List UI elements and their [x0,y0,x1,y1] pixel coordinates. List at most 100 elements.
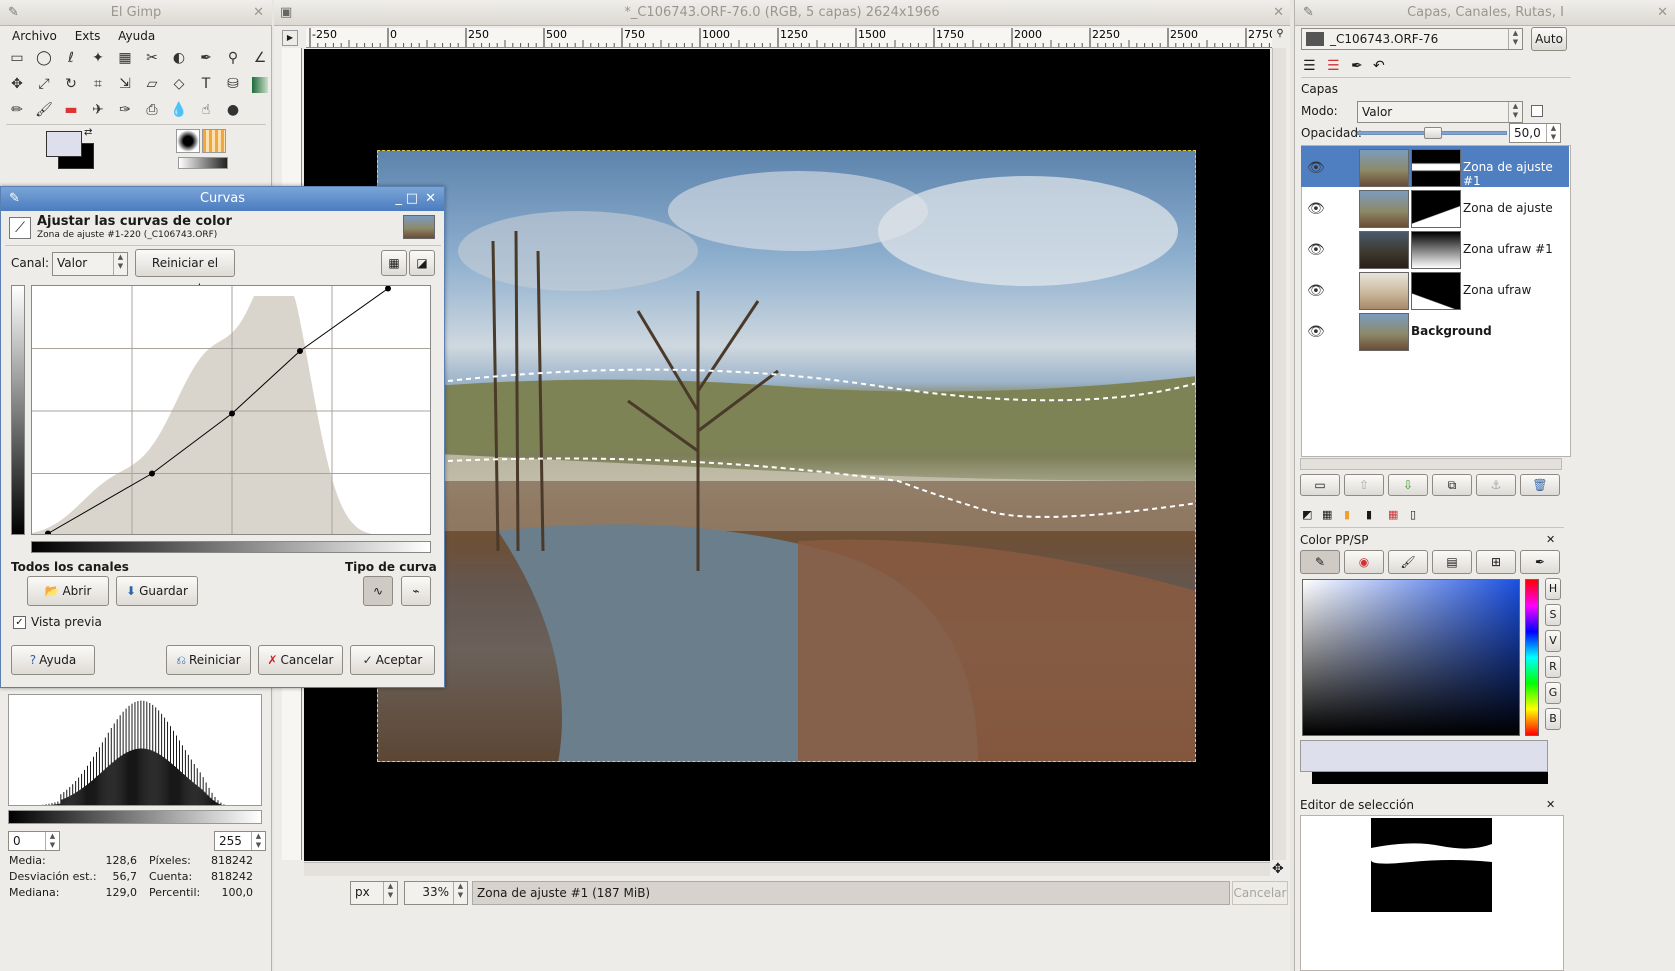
dropdown-arrow-icon[interactable]: ▲ ▼ [1508,102,1522,122]
menu-archivo[interactable]: Archivo [12,29,57,43]
dropdown-arrow-icon[interactable]: ▲ ▼ [1508,29,1522,49]
channel-button-s[interactable]: S [1545,604,1561,626]
curves-titlebar[interactable]: ✎ Curvas ✕ □ _ [1,187,444,211]
spinner-icon[interactable]: ▲ ▼ [45,832,59,850]
layer-mask-thumbnail[interactable] [1411,190,1461,228]
wheel-selector-button[interactable]: ⊞ [1476,550,1516,574]
channel-button-r[interactable]: R [1545,656,1561,678]
layer-row[interactable]: 👁 Background [1301,310,1569,351]
clone-icon[interactable]: ⎙ [141,99,163,121]
mode-select[interactable]: Valor ▲ ▼ [1357,101,1523,123]
selection-preview[interactable] [1300,815,1564,971]
linear-histogram-icon[interactable]: ▦ [381,250,407,276]
swap-colors-icon[interactable]: ⇄ [84,127,92,138]
layer-thumbnail[interactable] [1359,313,1409,351]
foreground-select-icon[interactable]: ◐ [168,47,190,69]
layer-mask-thumbnail[interactable] [1411,149,1461,187]
perspective-icon[interactable]: ◇ [168,73,190,95]
reset-channel-button[interactable]: Reiniciar el canal [135,249,235,296]
visibility-eye-icon[interactable]: 👁 [1307,160,1325,176]
canvas-area[interactable] [304,49,1270,861]
open-button[interactable]: 📂 Abrir [27,576,109,606]
reset-button[interactable]: ⎌ Reiniciar [166,645,251,675]
dialog-menu-icon[interactable]: ✎ [9,187,20,211]
visibility-eye-icon[interactable]: 👁 [1307,283,1325,299]
close-icon[interactable]: ✕ [253,0,264,26]
gradients-tab-icon[interactable]: ▮ [1366,508,1372,521]
zoom-icon[interactable]: ⚲ [222,47,244,69]
layer-mask-thumbnail[interactable] [1411,272,1461,310]
rotate-icon[interactable]: ↻ [60,73,82,95]
range-max-input[interactable]: 255 ▲ ▼ [214,831,266,851]
cancel-operation-button[interactable]: Cancelar [1232,881,1288,905]
toolbox-titlebar[interactable]: ✎ El Gimp ✕ [0,0,272,26]
pencil-icon[interactable]: ✏ [6,99,28,121]
paintbrush-icon[interactable]: 🖌 [33,99,55,121]
duplicate-layer-button[interactable]: ⧉ [1432,474,1472,496]
lasso-icon[interactable]: ℓ [60,47,82,69]
dropdown-arrow-icon[interactable]: ▲ ▼ [383,882,397,904]
layer-row[interactable]: 👁 Zona de ajuste [1301,187,1569,228]
zoom-toggle-icon[interactable]: ⚲ [1272,28,1288,46]
layer-mask-thumbnail[interactable] [1411,231,1461,269]
horizontal-scrollbar[interactable] [304,862,1270,876]
layer-row[interactable]: 👁 Zona ufraw #1 [1301,228,1569,269]
image-photo[interactable] [377,150,1196,762]
scales-selector-button[interactable]: ▤ [1432,550,1472,574]
channels-tab-icon[interactable]: ☰ [1327,58,1340,74]
anchor-layer-button[interactable]: ⚓ [1476,474,1516,496]
channel-select[interactable]: Valor ▲ ▼ [52,252,128,276]
gradient-tab-icon[interactable]: ▮ [1344,508,1350,521]
measure-icon[interactable]: ∠ [249,47,271,69]
visibility-eye-icon[interactable]: 👁 [1307,201,1325,217]
opacity-slider-thumb[interactable] [1424,127,1442,139]
hue-strip[interactable] [1525,579,1539,736]
watercolor-selector-button[interactable]: 🖌 [1388,550,1428,574]
fg-color-preview[interactable] [1300,740,1548,772]
gradient-icon[interactable] [252,77,268,93]
blur-icon[interactable]: 💧 [168,99,190,121]
channel-button-g[interactable]: G [1545,682,1561,704]
bucket-fill-icon[interactable]: ⛁ [222,73,244,95]
ellipse-select-icon[interactable]: ◯ [33,47,55,69]
help-button[interactable]: ? Ayuda [11,645,95,675]
menu-exts[interactable]: Exts [75,29,101,43]
palette-tab-icon[interactable]: ▦ [1322,508,1332,521]
ok-button[interactable]: ✓ Aceptar [350,645,435,675]
rect-select-icon[interactable]: ▭ [6,47,28,69]
save-button[interactable]: ⬇ Guardar [116,576,198,606]
bg-color-preview[interactable] [1312,772,1548,784]
image-titlebar[interactable]: ▣ *_C106743.ORF-76.0 (RGB, 5 capas) 2624… [274,0,1290,26]
layer-thumbnail[interactable] [1359,272,1409,310]
foreground-color-swatch[interactable] [46,131,82,157]
freehand-curve-button[interactable]: ⌁ [401,576,431,606]
layer-thumbnail[interactable] [1359,149,1409,187]
cancel-button[interactable]: ✗ Cancelar [258,645,343,675]
paths-tab-icon[interactable]: ✒ [1351,58,1363,74]
layer-thumbnail[interactable] [1359,231,1409,269]
image-select[interactable]: _C106743.ORF-76 ▲ ▼ [1301,28,1523,50]
layers-tab-icon[interactable]: ☰ [1303,58,1316,74]
undo-tab-icon[interactable]: ↶ [1373,58,1385,74]
pattern-preview[interactable] [202,129,226,153]
picker-selector-button[interactable]: ✒ [1520,550,1560,574]
eraser-icon[interactable]: ▬ [60,99,82,121]
dropdown-arrow-icon[interactable]: ▲ ▼ [113,253,127,275]
color-dock-close-icon[interactable]: ✕ [1546,533,1555,546]
layer-thumbnail[interactable] [1359,190,1409,228]
new-layer-button[interactable]: ▭ [1300,474,1340,496]
layers-hscroll[interactable] [1300,458,1562,470]
smooth-curve-button[interactable]: ∿ [363,576,393,606]
scale-icon[interactable]: ⇲ [114,73,136,95]
color-select-icon[interactable]: ▦ [114,47,136,69]
brush-preview[interactable] [176,129,200,153]
channel-button-v[interactable]: V [1545,630,1561,652]
close-icon[interactable]: ✕ [1657,0,1668,26]
dropdown-arrow-icon[interactable]: ▲ ▼ [453,882,467,904]
unit-select[interactable]: px ▲ ▼ [350,881,398,905]
align-icon[interactable]: ⤢ [33,73,55,95]
menu-triangle-icon[interactable]: ▶ [282,30,298,46]
navigate-icon[interactable]: ✥ [1272,861,1284,877]
preview-checkbox[interactable]: ✓ [13,616,26,629]
fonts-tab-icon[interactable]: ▯ [1410,508,1416,521]
